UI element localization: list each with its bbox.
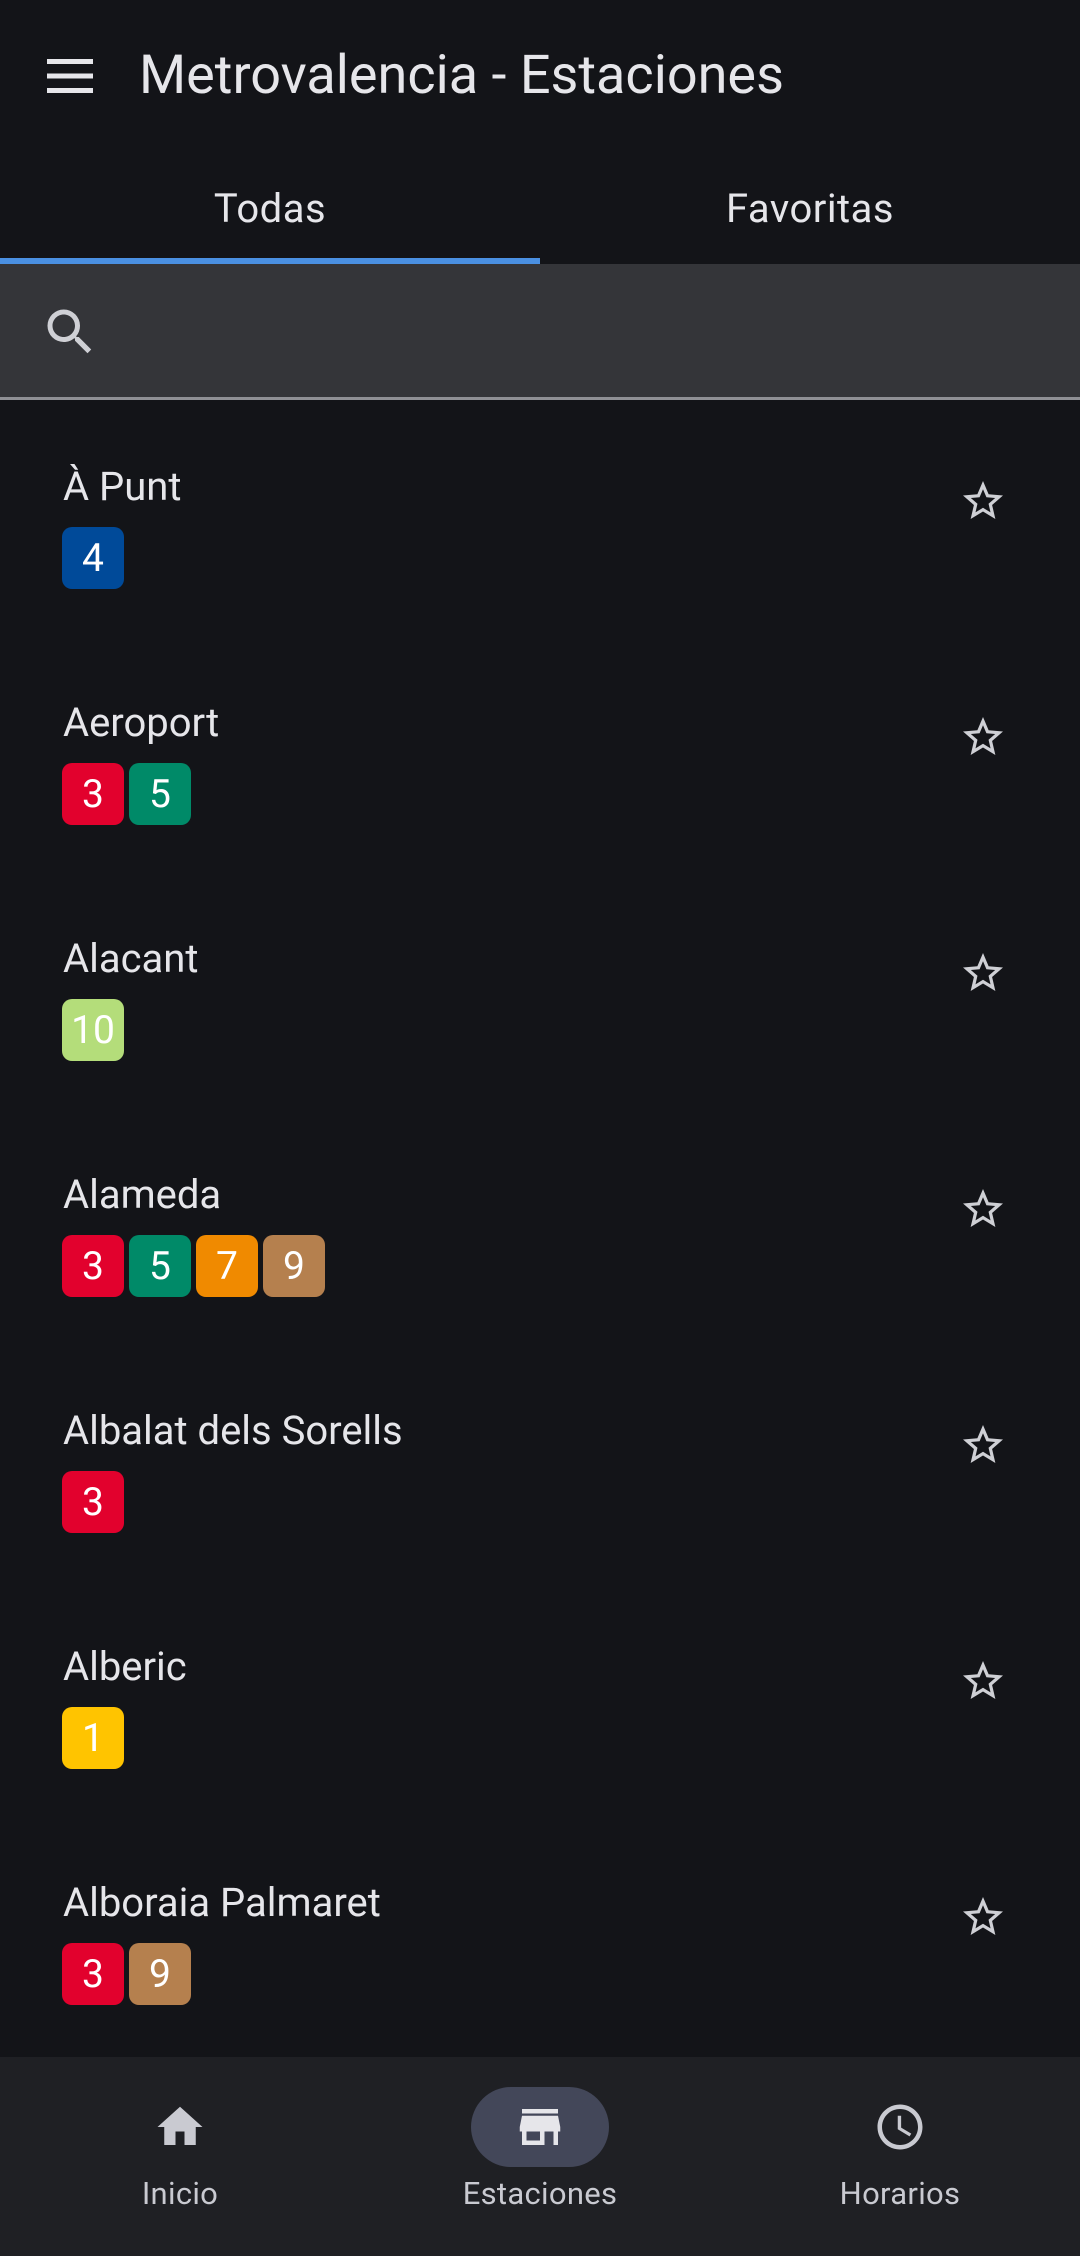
bottom-navigation: Inicio Estaciones Horarios	[0, 2057, 1080, 2256]
favorite-toggle[interactable]	[953, 1651, 1013, 1711]
line-badges: 3 5 7 9	[62, 1235, 325, 1297]
line-badge: 3	[62, 763, 124, 825]
line-badges: 3 9	[62, 1943, 191, 2005]
line-badges: 3 5	[62, 763, 191, 825]
app-screen: Metrovalencia - Estaciones Todas Favorit…	[0, 0, 1080, 2256]
star-outline-icon	[963, 481, 1003, 519]
star-outline-icon	[963, 1425, 1003, 1463]
favorite-toggle[interactable]	[953, 1415, 1013, 1475]
station-name: Alameda	[63, 1171, 222, 1218]
station-row[interactable]: À Punt 4	[0, 403, 1080, 639]
station-name: À Punt	[63, 463, 182, 510]
nav-icon-container	[831, 2087, 969, 2167]
nav-item-inicio[interactable]: Inicio	[0, 2057, 360, 2256]
line-badge: 5	[129, 1235, 191, 1297]
line-badge: 1	[62, 1707, 124, 1769]
tab-label: Todas	[213, 184, 327, 232]
station-row[interactable]: Aeroport 3 5	[0, 639, 1080, 875]
line-badge: 3	[62, 1235, 124, 1297]
star-outline-icon	[963, 1189, 1003, 1227]
tab-todas[interactable]: Todas	[0, 152, 540, 264]
station-name: Alberic	[63, 1643, 187, 1690]
clock-icon	[877, 2104, 923, 2150]
star-outline-icon	[963, 953, 1003, 991]
star-outline-icon	[963, 1897, 1003, 1935]
nav-label: Estaciones	[462, 2175, 618, 2212]
station-row[interactable]: Albalat dels Sorells 3	[0, 1347, 1080, 1583]
station-name: Alboraia Palmaret	[63, 1879, 381, 1926]
nav-label: Horarios	[839, 2175, 961, 2212]
line-badge: 9	[263, 1235, 325, 1297]
line-badge: 3	[62, 1471, 124, 1533]
station-row[interactable]: Alameda 3 5 7 9	[0, 1111, 1080, 1347]
station-row[interactable]: Alberic 1	[0, 1583, 1080, 1819]
menu-icon	[47, 59, 93, 93]
favorite-toggle[interactable]	[953, 707, 1013, 767]
star-outline-icon	[963, 717, 1003, 755]
station-name: Alacant	[63, 935, 199, 982]
favorite-toggle[interactable]	[953, 471, 1013, 531]
home-icon	[157, 2106, 203, 2145]
search-bar	[0, 264, 1080, 400]
favorite-toggle[interactable]	[953, 943, 1013, 1003]
line-badges: 3	[62, 1471, 124, 1533]
line-badges: 10	[62, 999, 124, 1061]
nav-item-estaciones[interactable]: Estaciones	[360, 2057, 720, 2256]
star-outline-icon	[963, 1661, 1003, 1699]
store-icon	[519, 2109, 561, 2145]
menu-button[interactable]	[40, 46, 100, 106]
line-badge: 7	[196, 1235, 258, 1297]
station-name: Albalat dels Sorells	[63, 1407, 403, 1454]
line-badge: 5	[129, 763, 191, 825]
line-badge: 3	[62, 1943, 124, 2005]
line-badge: 9	[129, 1943, 191, 2005]
tab-favoritas[interactable]: Favoritas	[540, 152, 1080, 264]
favorite-toggle[interactable]	[953, 1887, 1013, 1947]
station-row[interactable]: Alboraia Palmaret 3 9	[0, 1819, 1080, 2055]
favorite-toggle[interactable]	[953, 1179, 1013, 1239]
tab-bar: Todas Favoritas	[0, 152, 1080, 264]
search-input[interactable]	[120, 294, 1024, 372]
tab-label: Favoritas	[725, 184, 895, 232]
station-row[interactable]: Alacant 10	[0, 875, 1080, 1111]
search-icon	[47, 309, 92, 354]
page-title: Metrovalencia - Estaciones	[139, 44, 784, 107]
line-badges: 1	[62, 1707, 124, 1769]
station-name: Aeroport	[63, 699, 220, 746]
line-badges: 4	[62, 527, 124, 589]
nav-icon-container	[111, 2087, 249, 2167]
nav-item-horarios[interactable]: Horarios	[720, 2057, 1080, 2256]
station-list: À Punt 4 Aeroport 3 5 Alacant 10 Alameda…	[0, 403, 1080, 2057]
line-badge: 10	[62, 999, 124, 1061]
top-app-bar: Metrovalencia - Estaciones	[0, 0, 1080, 152]
nav-label: Inicio	[141, 2175, 219, 2212]
line-badge: 4	[62, 527, 124, 589]
nav-icon-container	[471, 2087, 609, 2167]
